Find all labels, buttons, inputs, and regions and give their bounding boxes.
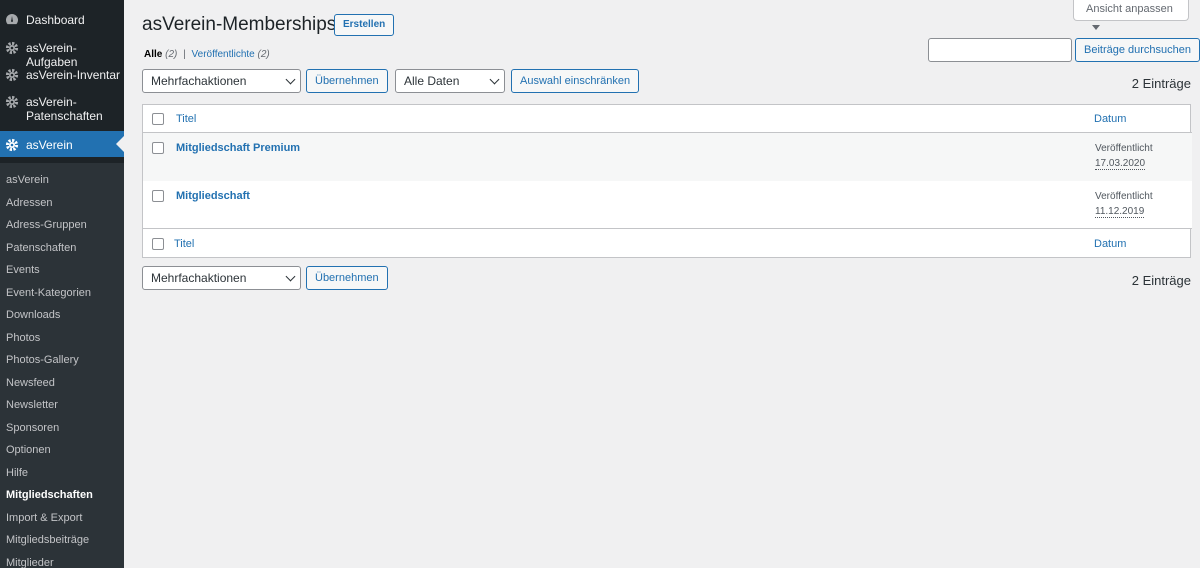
column-footer-date[interactable]: Datum — [1094, 238, 1126, 250]
row-date: 17.03.2020 — [1095, 158, 1146, 170]
gear-icon — [4, 41, 20, 55]
menu-asverein-patenschaften[interactable]: asVerein-Patenschaften — [0, 88, 124, 130]
gear-icon — [4, 95, 20, 109]
row-status: Veröffentlicht — [1095, 191, 1153, 202]
filter-published[interactable]: Veröffentlichte — [192, 49, 258, 60]
menu-label: Dashboard — [26, 13, 85, 27]
date-filter-select[interactable]: Alle Daten — [395, 69, 505, 93]
submenu-item-import-export[interactable]: Import & Export — [0, 507, 124, 530]
row-title-link[interactable]: Mitgliedschaft — [176, 190, 250, 202]
gear-icon — [4, 138, 20, 152]
submenu-item-asverein[interactable]: asVerein — [0, 169, 124, 192]
select-all-checkbox[interactable] — [152, 113, 164, 125]
items-count: 2 Einträge — [1131, 76, 1191, 91]
page-title: asVerein-Memberships — [142, 14, 337, 35]
menu-asverein[interactable]: asVerein — [0, 131, 124, 157]
filter-published-count: (2) — [257, 49, 270, 60]
column-footer-title[interactable]: Titel — [174, 238, 194, 250]
row-checkbox[interactable] — [152, 190, 164, 202]
gear-icon — [4, 68, 20, 82]
screen-options-button[interactable]: Ansicht anpassen — [1073, 0, 1189, 30]
menu-label: asVerein-Inventar — [26, 68, 121, 82]
submenu-item-mitgliedschaften[interactable]: Mitgliedschaften — [0, 484, 124, 507]
submenu-item-newsletter[interactable]: Newsletter — [0, 394, 124, 417]
dashboard-icon — [4, 13, 20, 27]
submenu: asVerein Adressen Adress-Gruppen Patensc… — [0, 163, 124, 568]
table-header: Titel Datum — [143, 105, 1192, 133]
bulk-actions-value: Mehrfachaktionen — [151, 271, 247, 285]
column-header-date[interactable]: Datum — [1094, 113, 1126, 125]
row-date: 11.12.2019 — [1095, 206, 1145, 218]
filter-published-label: Veröffentlichte — [191, 49, 255, 60]
filter-all-count: (2) — [165, 49, 178, 60]
menu-label: asVerein — [26, 138, 73, 152]
filter-all-label: Alle — [144, 49, 163, 60]
table-row: Mitgliedschaft Premium Veröffentlicht 17… — [143, 133, 1192, 181]
chevron-down-icon — [489, 74, 500, 85]
row-status: Veröffentlicht — [1095, 143, 1153, 154]
search-input[interactable] — [928, 38, 1072, 62]
date-filter-value: Alle Daten — [404, 74, 460, 88]
select-all-checkbox-footer[interactable] — [152, 238, 164, 250]
posts-table: Titel Datum Mitgliedschaft Premium Veröf… — [142, 104, 1192, 258]
submenu-item-optionen[interactable]: Optionen — [0, 439, 124, 462]
submenu-item-adressen[interactable]: Adressen — [0, 192, 124, 215]
submenu-item-mitgliedsbeitraege[interactable]: Mitgliedsbeiträge — [0, 529, 124, 552]
submenu-item-newsfeed[interactable]: Newsfeed — [0, 372, 124, 395]
submenu-item-events[interactable]: Events — [0, 259, 124, 282]
chevron-down-icon — [285, 271, 296, 282]
table-footer: Titel Datum — [143, 230, 1192, 258]
submenu-item-mitglieder[interactable]: Mitglieder — [0, 552, 124, 568]
submenu-item-photos[interactable]: Photos — [0, 327, 124, 350]
row-checkbox[interactable] — [152, 142, 164, 154]
status-filters: Alle (2) | Veröffentlichte (2) — [144, 49, 270, 60]
submenu-item-sponsoren[interactable]: Sponsoren — [0, 417, 124, 440]
main-content: Ansicht anpassen asVerein-Memberships Er… — [124, 0, 1200, 568]
apply-button-bottom[interactable]: Übernehmen — [306, 266, 388, 290]
screen-options-label: Ansicht anpassen — [1086, 3, 1173, 15]
filter-all[interactable]: Alle — [144, 49, 165, 60]
column-header-title[interactable]: Titel — [176, 113, 196, 125]
table-row: Mitgliedschaft Veröffentlicht 11.12.2019 — [143, 181, 1192, 229]
bulk-actions-value: Mehrfachaktionen — [151, 74, 247, 88]
submenu-item-event-kategorien[interactable]: Event-Kategorien — [0, 282, 124, 305]
menu-label: asVerein-Patenschaften — [26, 95, 103, 123]
admin-sidebar: Dashboard asVerein-Aufgaben asVerein-Inv… — [0, 0, 124, 568]
submenu-item-patenschaften[interactable]: Patenschaften — [0, 237, 124, 260]
bulk-actions-select[interactable]: Mehrfachaktionen — [142, 69, 301, 93]
submenu-item-photos-gallery[interactable]: Photos-Gallery — [0, 349, 124, 372]
filter-separator: | — [183, 49, 186, 60]
menu-dashboard[interactable]: Dashboard — [0, 6, 124, 34]
filter-button[interactable]: Auswahl einschränken — [511, 69, 640, 93]
items-count-bottom: 2 Einträge — [1131, 273, 1191, 288]
submenu-item-adress-gruppen[interactable]: Adress-Gruppen — [0, 214, 124, 237]
caret-down-icon — [1092, 25, 1100, 30]
bulk-actions-select-bottom[interactable]: Mehrfachaktionen — [142, 266, 301, 290]
menu-asverein-inventar[interactable]: asVerein-Inventar — [0, 61, 124, 89]
chevron-down-icon — [285, 74, 296, 85]
create-button[interactable]: Erstellen — [334, 14, 395, 36]
search-button[interactable]: Beiträge durchsuchen — [1075, 38, 1200, 62]
submenu-item-hilfe[interactable]: Hilfe — [0, 462, 124, 485]
submenu-item-downloads[interactable]: Downloads — [0, 304, 124, 327]
row-title-link[interactable]: Mitgliedschaft Premium — [176, 142, 300, 154]
apply-button[interactable]: Übernehmen — [306, 69, 388, 93]
